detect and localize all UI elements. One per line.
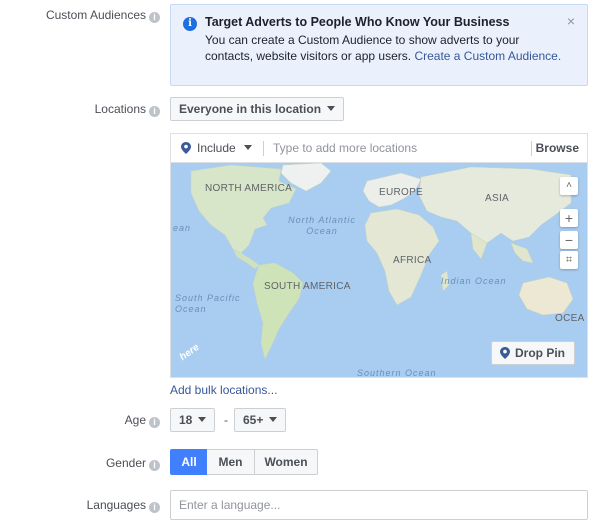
zoom-out-icon[interactable]: −: [560, 231, 578, 249]
divider: [531, 141, 532, 156]
gender-men-button[interactable]: Men: [207, 449, 255, 475]
chevron-down-icon: [269, 417, 278, 422]
map-label: NORTH AMERICA: [205, 183, 293, 194]
location-search-input[interactable]: [273, 140, 523, 156]
notice-body: You can create a Custom Audience to show…: [205, 33, 562, 63]
ocean-label: Indian Ocean: [441, 276, 507, 286]
info-icon: i: [183, 17, 197, 31]
map-label: AFRICA: [393, 255, 432, 266]
drop-pin-button[interactable]: Drop Pin: [491, 341, 575, 365]
chevron-down-icon: [198, 417, 207, 422]
ocean-label: South Pacific Ocean: [175, 293, 241, 314]
map-label: ASIA: [485, 193, 509, 204]
ocean-label: North Atlantic Ocean: [288, 215, 356, 236]
create-custom-audience-link[interactable]: Create a Custom Audience.: [414, 49, 561, 63]
notice-title: Target Adverts to People Who Know Your B…: [205, 15, 510, 29]
ocean-label: ean: [173, 223, 192, 233]
help-icon[interactable]: i: [149, 460, 160, 471]
divider: [263, 141, 264, 156]
zoom-in-icon[interactable]: +: [560, 209, 578, 227]
gender-all-button[interactable]: All: [170, 449, 208, 475]
world-map[interactable]: NORTH AMERICA EUROPE ASIA AFRICA SOUTH A…: [171, 163, 587, 377]
age-separator: -: [224, 413, 228, 427]
help-icon[interactable]: i: [149, 12, 160, 23]
age-label: Age i: [0, 413, 160, 428]
age-min-dropdown[interactable]: 18: [170, 408, 216, 432]
chevron-down-icon: [243, 145, 252, 150]
close-icon[interactable]: ×: [567, 13, 575, 29]
include-dropdown[interactable]: Include: [197, 141, 252, 155]
help-icon[interactable]: i: [149, 417, 160, 428]
location-scope-dropdown[interactable]: Everyone in this location: [170, 97, 345, 121]
gender-women-button[interactable]: Women: [254, 449, 318, 475]
languages-label: Languages i: [0, 498, 160, 513]
help-icon[interactable]: i: [149, 502, 160, 513]
map-label: OCEA: [555, 313, 585, 324]
map-label: SOUTH AMERICA: [264, 281, 351, 292]
age-max-dropdown[interactable]: 65+: [234, 408, 287, 432]
add-bulk-locations-link[interactable]: Add bulk locations...: [170, 383, 277, 397]
pin-icon: [500, 347, 510, 359]
gender-label: Gender i: [0, 456, 160, 471]
location-search-bar: Include Browse: [171, 134, 587, 163]
browse-button[interactable]: Browse: [536, 141, 579, 155]
scroll-up-control[interactable]: ˄: [560, 177, 578, 195]
custom-audiences-label: Custom Audiences i: [0, 8, 160, 23]
map-label: EUROPE: [379, 187, 424, 198]
chevron-down-icon: [327, 106, 336, 111]
language-input[interactable]: [170, 490, 588, 520]
pin-icon: [181, 142, 191, 154]
help-icon[interactable]: i: [149, 106, 160, 117]
ocean-label: Southern Ocean: [357, 368, 437, 377]
custom-audience-notice: i Target Adverts to People Who Know Your…: [170, 4, 588, 86]
fullscreen-icon[interactable]: ⌗: [560, 251, 578, 269]
locations-label: Locations i: [0, 102, 160, 117]
location-box: Include Browse: [170, 133, 588, 378]
